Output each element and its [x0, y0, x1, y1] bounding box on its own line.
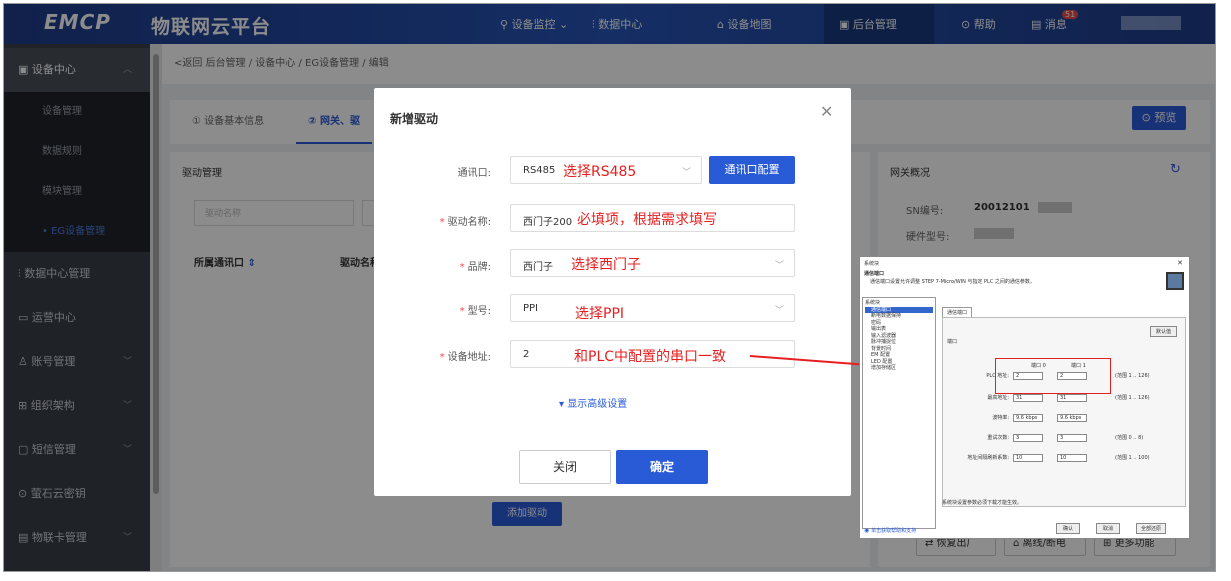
port-note: 选择RS485 — [563, 164, 637, 180]
shot-ok-button: 确认 — [1056, 523, 1081, 534]
shot-footer-note: 系统块设置参数必须下载才能生效。 — [942, 500, 1023, 506]
shot-port1-value: 9.6 kbps — [1057, 414, 1087, 422]
close-icon[interactable]: ✕ — [820, 102, 833, 121]
shot-window-title: 系统块 — [864, 261, 880, 267]
add-driver-dialog: 新增驱动 ✕ 通讯口: RS485 选择RS485 ﹀ 通讯口配置 * 驱动名称:… — [374, 88, 851, 496]
shot-port1-value: 3 — [1057, 434, 1087, 442]
shot-port0: 端口 0 — [1031, 363, 1046, 369]
advanced-settings-link[interactable]: ▾ 显示高级设置 — [559, 395, 627, 410]
model-label: * 型号: — [459, 306, 491, 317]
address-label: * 设备地址: — [439, 352, 491, 363]
shot-row-range: (范围 1 .. 100) — [1115, 455, 1150, 461]
brand-note: 选择西门子 — [571, 257, 641, 273]
shot-restore-button: 全部还原 — [1136, 523, 1167, 534]
model-select[interactable]: PPI 选择PPI ﹀ — [510, 294, 795, 322]
driver-name-input[interactable]: 西门子200 必填项，根据需求填写 — [510, 204, 795, 232]
shot-default-button: 默认值 — [1149, 326, 1177, 337]
chevron-down-icon: ﹀ — [774, 306, 784, 316]
shot-row-label: 地址间隔刷新系数: — [967, 455, 1009, 461]
plc-config-screenshot: 系统块 ✕ 通信端口 通信端口设置允许调整 STEP 7-Micro/WIN 与… — [859, 256, 1190, 539]
shot-port1: 端口 1 — [1071, 363, 1086, 369]
plc-icon — [1166, 272, 1184, 290]
model-note: 选择PPI — [575, 306, 625, 322]
shot-port1-value: 2 — [1057, 372, 1087, 380]
shot-port0-value: 10 — [1013, 454, 1043, 462]
chevron-down-icon: ﹀ — [774, 261, 784, 271]
close-button[interactable]: 关闭 — [519, 450, 611, 484]
shot-port1-value: 10 — [1057, 454, 1087, 462]
shot-tree-item: 增加存储区 — [871, 365, 897, 371]
shot-row-label: 波特率: — [992, 415, 1009, 421]
shot-desc: 通信端口设置允许调整 STEP 7-Micro/WIN 与指定 PLC 之间的通… — [870, 279, 1035, 285]
port-select[interactable]: RS485 选择RS485 ﹀ — [510, 156, 702, 184]
shot-section: 通信端口 — [864, 271, 885, 277]
app-window: EMCP 物联网云平台 ⚲ 设备监控 ⌄ ⫶ 数据中心 ⌂ 设备地图 ▣ 后台管… — [3, 3, 1216, 572]
shot-port-group: 端口 — [947, 339, 958, 345]
shot-row-range: (范围 1 .. 126) — [1115, 395, 1150, 401]
shot-tree: 系统块 通信端口 断电数据保持 密码 输出表 输入滤波器 脉冲捕捉位 背景时间 EM 配置 LED… — [862, 297, 936, 529]
dialog-title: 新增驱动 — [390, 112, 439, 126]
shot-row-range: (范围 1 .. 126) — [1115, 373, 1150, 379]
port-config-button[interactable]: 通讯口配置 — [709, 156, 795, 184]
shot-row-label: 最高地址: — [987, 395, 1009, 401]
shot-port0-value: 9.6 kbps — [1013, 414, 1043, 422]
shot-port0-value: 2 — [1013, 372, 1043, 380]
shot-tab: 通信端口 — [942, 307, 973, 317]
shot-row-range: (范围 0 .. 8) — [1115, 435, 1144, 441]
confirm-button[interactable]: 确定 — [616, 450, 708, 484]
brand-select[interactable]: 西门子 选择西门子 ﹀ — [510, 249, 795, 277]
shot-help-link: ◉ 单击获取帮助和支持 — [864, 527, 917, 534]
brand-label: * 品牌: — [459, 262, 491, 273]
name-note: 必填项，根据需求填写 — [577, 212, 717, 228]
shot-row-label: 重试次数: — [987, 435, 1009, 441]
port-label: 通讯口: — [457, 168, 491, 179]
address-note: 和PLC中配置的串口一致 — [574, 349, 727, 365]
shot-cancel-button: 取消 — [1096, 523, 1121, 534]
shot-port0-value: 3 — [1013, 434, 1043, 442]
chevron-down-icon: ﹀ — [681, 168, 691, 178]
shot-row-label: PLC 地址: — [986, 373, 1009, 379]
shot-port0-value: 31 — [1013, 394, 1043, 402]
shot-panel: 默认值 端口 端口 0 端口 1 PLC 地址: 2 2 (范围 1 .. 126) 最… — [942, 317, 1186, 507]
shot-port1-value: 31 — [1057, 394, 1087, 402]
close-icon: ✕ — [1177, 259, 1183, 267]
name-label: * 驱动名称: — [439, 217, 491, 228]
